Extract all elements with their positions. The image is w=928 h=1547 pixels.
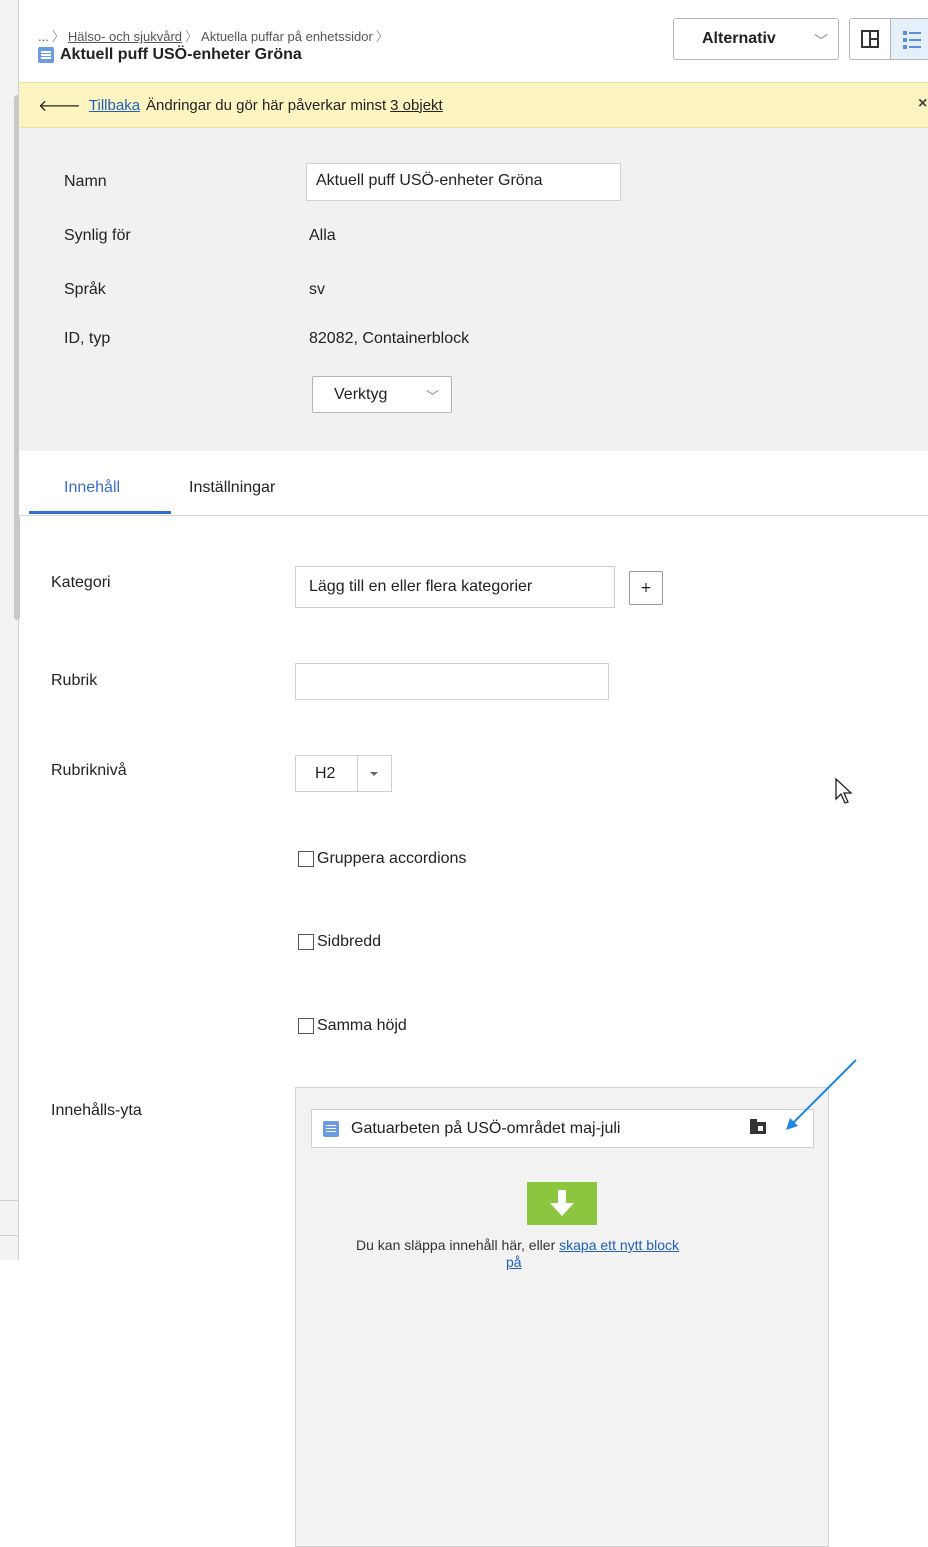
content-area-item[interactable]: Gatuarbeten på USÖ-området maj-juli bbox=[311, 1109, 814, 1148]
breadcrumb-item[interactable]: Hälso- och sjukvård bbox=[68, 29, 182, 44]
objects-link[interactable]: 3 objekt bbox=[390, 97, 443, 114]
content-area-label: Innehålls-yta bbox=[51, 1102, 142, 1119]
checkbox-label: Samma höjd bbox=[317, 1017, 407, 1034]
outer-scrollbar[interactable] bbox=[0, 0, 20, 1260]
tools-dropdown[interactable]: Verktyg ﹀ bbox=[312, 376, 452, 413]
drop-arrow-icon bbox=[527, 1182, 597, 1225]
checkbox-same-height[interactable]: Samma höjd bbox=[298, 1017, 407, 1035]
header: ... 〉 Hälso- och sjukvård 〉 Aktuella puffar … bbox=[19, 0, 928, 80]
create-block-link-continued[interactable]: på bbox=[506, 1254, 522, 1270]
drop-hint-text: Du kan släppa innehåll här, eller bbox=[356, 1237, 556, 1253]
chevron-down-icon: ﹀ bbox=[425, 389, 439, 404]
breadcrumb-item[interactable]: Aktuella puffar på enhetssidor bbox=[201, 29, 373, 44]
options-button[interactable]: Alternativ ﹀ bbox=[673, 18, 839, 60]
checkbox-label: Gruppera accordions bbox=[317, 850, 467, 867]
back-arrow-icon[interactable]: 🡐 bbox=[38, 95, 81, 116]
language-label: Språk bbox=[64, 281, 106, 298]
document-icon bbox=[38, 47, 54, 63]
checkbox-group-accordions[interactable]: Gruppera accordions bbox=[298, 850, 466, 868]
language-value[interactable]: sv bbox=[309, 281, 325, 299]
id-type-value: 82082, Containerblock bbox=[309, 330, 470, 347]
page-title: Aktuell puff USÖ-enheter Gröna bbox=[60, 46, 302, 63]
heading-input[interactable] bbox=[295, 663, 609, 700]
notice-text: Ändringar du gör här påverkar minst bbox=[146, 96, 387, 114]
visible-value[interactable]: Alla bbox=[309, 227, 336, 245]
category-input[interactable]: Lägg till en eller flera kategorier bbox=[295, 566, 615, 608]
title-row: Aktuell puff USÖ-enheter Gröna bbox=[38, 46, 302, 64]
checkbox-page-width[interactable]: Sidbredd bbox=[298, 933, 381, 951]
heading-level-select[interactable]: H2 bbox=[295, 755, 392, 792]
name-label: Namn bbox=[64, 173, 107, 190]
heading-label: Rubrik bbox=[51, 672, 98, 689]
split-view-button[interactable] bbox=[849, 18, 891, 60]
caret-down-icon bbox=[370, 772, 378, 776]
annotation-arrow bbox=[786, 1059, 857, 1130]
active-tab-indicator bbox=[29, 511, 171, 514]
checkbox[interactable] bbox=[298, 934, 314, 950]
name-input[interactable]: Aktuell puff USÖ-enheter Gröna bbox=[306, 163, 621, 201]
breadcrumb: ... 〉 Hälso- och sjukvård 〉 Aktuella puffar … bbox=[38, 29, 389, 44]
list-view-button[interactable] bbox=[890, 18, 928, 60]
checkbox[interactable] bbox=[298, 851, 314, 867]
mouse-cursor-icon bbox=[835, 777, 853, 804]
tab-content[interactable]: Innehåll bbox=[64, 479, 120, 497]
divider bbox=[0, 1235, 18, 1236]
properties-panel: Namn Aktuell puff USÖ-enheter Gröna Synl… bbox=[19, 128, 928, 451]
category-label: Kategori bbox=[51, 574, 111, 591]
heading-level-value: H2 bbox=[315, 765, 336, 782]
create-block-link[interactable]: skapa ett nytt block bbox=[559, 1237, 679, 1253]
document-icon bbox=[323, 1120, 339, 1137]
drop-hint: Du kan släppa innehåll här, eller skapa … bbox=[356, 1237, 679, 1253]
tab-settings[interactable]: Inställningar bbox=[189, 479, 275, 497]
breadcrumb-item[interactable]: ... bbox=[38, 29, 49, 44]
tools-label: Verktyg bbox=[334, 385, 388, 403]
split-view-icon bbox=[861, 30, 879, 48]
options-label: Alternativ bbox=[702, 30, 776, 47]
list-view-icon bbox=[903, 31, 921, 35]
visible-label: Synlig för bbox=[64, 227, 131, 244]
close-icon[interactable]: × bbox=[918, 95, 928, 113]
notification-bar: 🡐 Tillbaka Ändringar du gör här påverkar… bbox=[19, 82, 928, 128]
divider bbox=[0, 1200, 18, 1201]
id-type-label: ID, typ bbox=[64, 330, 111, 347]
content-area[interactable]: Gatuarbeten på USÖ-området maj-juli Du k… bbox=[295, 1087, 829, 1547]
chevron-down-icon: ﹀ bbox=[814, 34, 828, 50]
heading-level-label: Rubriknivå bbox=[51, 762, 127, 779]
divider bbox=[357, 756, 358, 791]
add-category-button[interactable]: + bbox=[629, 571, 663, 605]
tab-bar: Innehåll Inställningar bbox=[19, 451, 928, 516]
checkbox-label: Sidbredd bbox=[317, 933, 382, 950]
content-item-title: Gatuarbeten på USÖ-området maj-juli bbox=[351, 1119, 621, 1137]
back-link[interactable]: Tillbaka bbox=[89, 97, 140, 114]
editor-panel: ... 〉 Hälso- och sjukvård 〉 Aktuella puffar … bbox=[19, 0, 928, 1547]
checkbox[interactable] bbox=[298, 1018, 314, 1034]
